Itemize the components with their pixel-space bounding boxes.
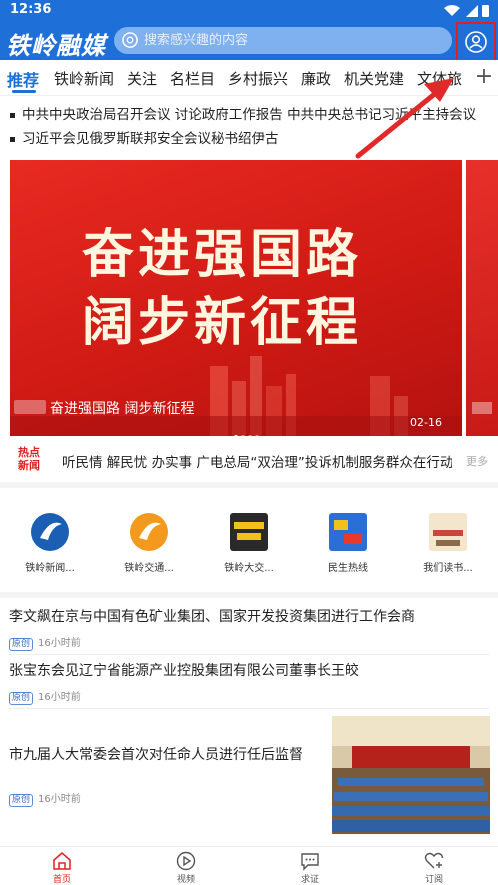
meeting-hall-photo: [332, 716, 490, 834]
hot-badge-line-1: 热点: [18, 446, 40, 459]
wifi-icon: [444, 5, 460, 16]
news-item-title[interactable]: 张宝东会见辽宁省能源产业控股集团有限公司董事长王皎: [9, 660, 359, 680]
service-tieling-news[interactable]: 铁岭新闻...: [20, 512, 80, 574]
news-item-meta: 原创 16小时前: [9, 790, 81, 807]
chat-icon: [301, 853, 319, 871]
search-icon: [122, 32, 138, 48]
service-hotline[interactable]: 民生热线: [318, 512, 378, 574]
carousel-dot: [255, 435, 259, 436]
reading-logo-icon: [429, 513, 467, 551]
service-label: 铁岭交通...: [124, 563, 174, 574]
banner-source-badge: [14, 400, 46, 414]
hot-news-more-link[interactable]: 更多: [466, 453, 488, 469]
heart-plus-icon: [424, 852, 444, 869]
row-divider: [9, 708, 489, 709]
next-banner-preview[interactable]: [466, 160, 498, 436]
add-channel-button[interactable]: +: [470, 64, 498, 89]
user-profile-button[interactable]: [456, 22, 496, 62]
news-time: 16小时前: [38, 692, 81, 703]
carousel-dot: [248, 435, 252, 436]
headline-item[interactable]: 习近平会见俄罗斯联邦安全会议秘书绍伊古: [10, 128, 490, 152]
news-item-title[interactable]: 李文飙在京与中国有色矿业集团、国家开发投资集团进行工作会商: [9, 606, 415, 626]
banner-date: 02-16: [410, 416, 442, 429]
tab-follow[interactable]: 关注: [127, 68, 157, 89]
nav-label: 视频: [176, 875, 195, 885]
service-label: 铁岭新闻...: [25, 563, 75, 574]
bullet-icon: [10, 136, 15, 142]
service-tieling-traffic[interactable]: 铁岭交通...: [119, 512, 179, 574]
top-bar: 铁岭融媒: [0, 22, 498, 62]
nav-label: 求证: [300, 875, 319, 885]
search-input[interactable]: [144, 27, 444, 54]
channel-tab-bar: 推荐 铁岭新闻 关注 名栏目 乡村振兴 廉政 机关党建 文体旅 +: [0, 60, 498, 96]
news-time: 16小时前: [38, 794, 81, 805]
section-divider: [0, 482, 498, 488]
bullet-icon: [10, 112, 15, 118]
nav-verify[interactable]: 求证: [280, 851, 340, 885]
home-icon: [53, 852, 71, 870]
headline-list: 中共中央政治局召开会议 讨论政府工作报告 中共中央总书记习近平主持会议 习近平会…: [10, 104, 490, 152]
tieling-big-traffic-logo-icon: [230, 513, 268, 551]
news-item-title[interactable]: 市九届人大常委会首次对任命人员进行任后监督: [9, 744, 303, 764]
service-reading[interactable]: 我们读书...: [418, 512, 478, 574]
hot-news-badge: 热点 新闻: [18, 446, 44, 472]
hot-badge-line-2: 新闻: [18, 459, 40, 472]
banner-caption: 奋进强国路 阔步新征程: [50, 401, 195, 417]
service-label: 民生热线: [328, 563, 368, 574]
search-bar[interactable]: [114, 27, 452, 54]
row-divider: [9, 654, 489, 655]
hot-news-text[interactable]: 听民情 解民忧 办实事 广电总局“双治理”投诉机制服务群众在行动: [62, 451, 452, 471]
original-tag: 原创: [9, 638, 34, 651]
service-label: 我们读书...: [423, 563, 473, 574]
nav-label: 首页: [52, 875, 71, 885]
tab-recommend[interactable]: 推荐: [7, 67, 39, 91]
tab-culture-tourism[interactable]: 文体旅: [417, 68, 462, 89]
user-icon: [465, 31, 487, 53]
nav-home[interactable]: 首页: [32, 851, 92, 885]
carousel-indicator: [234, 424, 262, 436]
play-icon: [176, 851, 196, 871]
tab-tieling-news[interactable]: 铁岭新闻: [54, 68, 114, 89]
news-item-meta: 原创 16小时前: [9, 688, 81, 705]
next-banner-badge: [472, 402, 492, 414]
service-tieling-big-traffic[interactable]: 铁岭大交...: [219, 512, 279, 574]
banner-headline-line-2: 阔步新征程: [82, 293, 363, 353]
city-skyline-illustration: [10, 356, 462, 436]
service-label: 铁岭大交...: [224, 563, 274, 574]
section-divider: [0, 592, 498, 598]
news-item-meta: 原创 16小时前: [9, 634, 81, 651]
signal-icon: [466, 5, 478, 17]
tab-rural-revitalization[interactable]: 乡村振兴: [228, 68, 288, 89]
active-tab-indicator: [12, 90, 36, 93]
service-shortcuts: 铁岭新闻... 铁岭交通... 铁岭大交... 民生热线 我们读书...: [0, 512, 498, 582]
carousel-dot: [234, 435, 238, 436]
hot-news-ticker[interactable]: 热点 新闻 听民情 解民忧 办实事 广电总局“双治理”投诉机制服务群众在行动 更…: [0, 442, 498, 480]
hotline-logo-icon: [329, 513, 367, 551]
news-item-thumbnail[interactable]: [332, 716, 490, 834]
status-bar: 12:36: [0, 0, 498, 22]
original-tag: 原创: [9, 794, 34, 807]
original-tag: 原创: [9, 692, 34, 705]
banner-carousel[interactable]: 奋进强国路 阔步新征程 奋进强国路 阔步新征程 02-16: [10, 160, 462, 436]
tieling-news-logo-icon: [31, 513, 69, 551]
bottom-navigation: 首页 视频 求证 订阅: [0, 846, 498, 885]
status-time: 12:36: [10, 2, 52, 17]
tab-famous-columns[interactable]: 名栏目: [170, 68, 215, 89]
headline-text: 中共中央政治局召开会议 讨论政府工作报告 中共中央总书记习近平主持会议: [22, 107, 477, 123]
battery-icon: [482, 5, 489, 17]
banner-headline-line-1: 奋进强国路: [82, 225, 363, 285]
news-time: 16小时前: [38, 638, 81, 649]
app-logo[interactable]: 铁岭融媒: [6, 26, 106, 61]
headline-text: 习近平会见俄罗斯联邦安全会议秘书绍伊古: [22, 131, 279, 147]
status-icons: [444, 5, 489, 17]
tab-anti-corruption[interactable]: 廉政: [301, 68, 331, 89]
headline-item[interactable]: 中共中央政治局召开会议 讨论政府工作报告 中共中央总书记习近平主持会议: [10, 104, 490, 128]
nav-video[interactable]: 视频: [156, 851, 216, 885]
tieling-traffic-logo-icon: [130, 513, 168, 551]
nav-subscribe[interactable]: 订阅: [404, 851, 464, 885]
nav-label: 订阅: [424, 875, 443, 885]
carousel-dot: [241, 435, 245, 436]
tab-party-building[interactable]: 机关党建: [344, 68, 404, 89]
